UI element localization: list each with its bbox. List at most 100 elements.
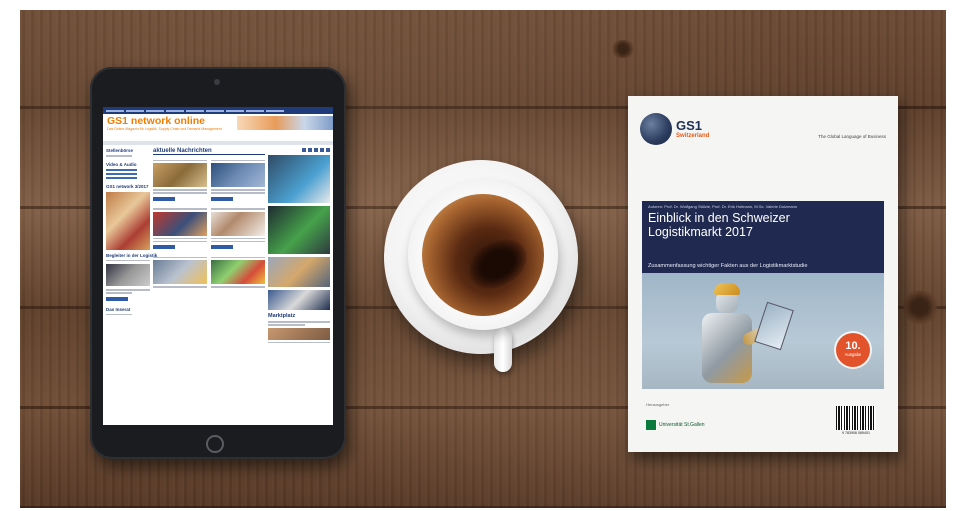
- hard-hat-icon: [714, 283, 740, 295]
- news-image: [211, 260, 265, 284]
- news-image: [211, 211, 265, 236]
- title-band: Autoren: Prof. Dr. Wolfgang Stölzle, Pro…: [642, 201, 884, 261]
- left-sidebar: Stellenbörse Video & Audio GS1 network 3…: [106, 148, 158, 418]
- read-more-button: [153, 196, 175, 201]
- site-header: GS1 network online Das Online-Magazin fü…: [103, 114, 333, 141]
- sidebar-heading: Begleiter in der Logistik: [106, 252, 158, 258]
- edition-label: Ausgabe: [844, 352, 862, 357]
- social-icon: [302, 148, 306, 152]
- robot-photo: 10. Ausgabe: [642, 273, 884, 389]
- sidebar-heading: Video & Audio: [106, 161, 137, 167]
- text-line: [153, 237, 207, 239]
- text-line: [106, 313, 133, 315]
- cover-title: Einblick in den Schweizer Logistikmarkt …: [648, 211, 878, 239]
- nav-item: [206, 109, 224, 112]
- barcode-number: 9 783906 089401: [842, 431, 870, 435]
- text-line: [106, 155, 133, 157]
- news-item: [153, 255, 207, 289]
- text-line: [153, 159, 207, 161]
- publisher-label: Herausgeber: [646, 402, 670, 407]
- cover-subtitle: Zusammenfassung wichtiger Fakten aus der…: [642, 261, 884, 273]
- news-heading: aktuelle Nachrichten: [153, 148, 265, 155]
- text-line: [153, 192, 207, 194]
- text-line: [211, 240, 265, 242]
- robot-body: [702, 313, 752, 383]
- nav-item: [146, 109, 164, 112]
- read-more-button: [211, 245, 233, 249]
- text-line: [268, 341, 330, 343]
- sidebar-heading: Stellenbörse: [106, 148, 134, 153]
- news-image: [211, 163, 265, 187]
- site-nav-bar: [103, 107, 333, 114]
- social-icon: [314, 148, 318, 152]
- news-item: [211, 158, 265, 204]
- text-line: [106, 289, 150, 291]
- news-grid: [153, 158, 265, 289]
- text-line: [106, 172, 137, 175]
- marketplace-heading: Marktplatz: [268, 313, 296, 319]
- barcode: [836, 406, 876, 430]
- portrait-image: [106, 264, 150, 286]
- ad-banner: [268, 290, 330, 310]
- magazine-cover-image: [106, 191, 150, 250]
- text-line: [106, 168, 137, 171]
- right-sidebar: Marktplatz: [268, 148, 330, 418]
- text-line: [153, 256, 207, 258]
- news-column: aktuelle Nachrichten: [153, 148, 265, 418]
- edition-number: 10.: [845, 340, 861, 352]
- ad-banner: [268, 257, 330, 287]
- text-line: [211, 256, 265, 258]
- market-image: [268, 327, 330, 340]
- brand-country: Switzerland: [676, 133, 710, 139]
- brand-slogan: The Global Language of Business: [818, 134, 886, 139]
- tablet-camera: [214, 79, 220, 85]
- news-item: [211, 255, 265, 289]
- text-line: [268, 321, 330, 323]
- social-icon: [320, 148, 324, 152]
- text-line: [106, 176, 137, 179]
- text-line: [211, 237, 265, 239]
- social-icons: [268, 148, 330, 152]
- university-name: Universität St.Gallen: [659, 422, 705, 428]
- wood-knot: [610, 40, 636, 58]
- nav-item: [266, 109, 284, 112]
- news-image: [153, 163, 207, 187]
- news-item: [153, 207, 207, 253]
- text-line: [106, 292, 133, 294]
- text-line: [153, 286, 207, 288]
- news-item: [211, 207, 265, 253]
- text-line: [211, 159, 265, 161]
- header-banner-image: [237, 116, 333, 130]
- text-line: [153, 189, 207, 191]
- authors: Autoren: Prof. Dr. Wolfgang Stölzle, Pro…: [648, 204, 798, 209]
- text-line: [211, 189, 265, 191]
- nav-item: [126, 109, 144, 112]
- nav-item: [166, 109, 184, 112]
- ad-banner: [268, 155, 330, 203]
- text-line: [211, 192, 265, 194]
- nav-item: [106, 109, 124, 112]
- read-more-button: [211, 196, 233, 201]
- ad-banner: [268, 206, 330, 254]
- text-line: [106, 259, 150, 261]
- home-button: [206, 435, 224, 453]
- sidebar-heading: GS1 network 3/2017: [106, 183, 149, 189]
- social-icon: [308, 148, 312, 152]
- university-logo-icon: [646, 420, 656, 430]
- tablet-device: GS1 network online Das Online-Magazin fü…: [90, 67, 346, 459]
- brochure-cover: GS1 Switzerland The Global Language of B…: [628, 96, 898, 452]
- edition-badge: 10. Ausgabe: [836, 333, 870, 367]
- gs1-logo-icon: [640, 113, 672, 145]
- text-line: [211, 208, 265, 210]
- news-image: [153, 211, 207, 236]
- read-more-button: [106, 296, 128, 301]
- clipboard-icon: [754, 301, 794, 351]
- text-line: [153, 240, 207, 242]
- read-more-button: [153, 245, 175, 249]
- brand-name: GS1: [676, 118, 703, 133]
- wood-knot: [900, 290, 940, 324]
- social-icon: [326, 148, 330, 152]
- cover-title-line: Einblick in den Schweizer: [648, 211, 790, 225]
- news-image: [153, 260, 207, 284]
- wooden-table-scene: GS1 network online Das Online-Magazin fü…: [20, 10, 946, 508]
